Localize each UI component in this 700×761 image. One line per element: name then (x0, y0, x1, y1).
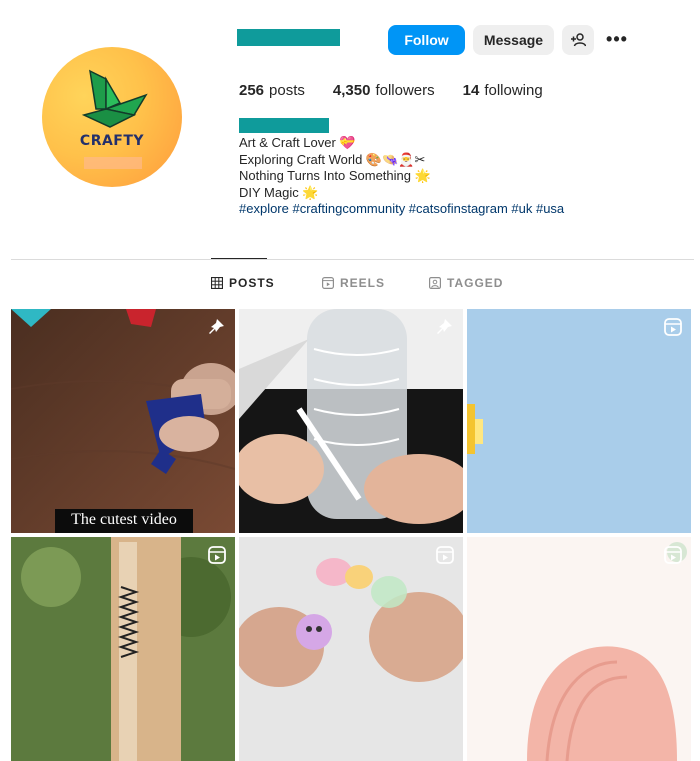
reel-icon (664, 318, 682, 336)
following-stat[interactable]: 14 following (463, 82, 543, 99)
reel-icon (208, 546, 226, 564)
following-count: 14 (462, 82, 480, 99)
redacted-display-name (239, 118, 329, 133)
tab-tagged-label: TAGGED (447, 276, 504, 290)
reel-icon (436, 546, 454, 564)
tab-reels-label: REELS (340, 276, 386, 290)
tab-reels[interactable]: REELS (322, 276, 385, 290)
post-thumbnail[interactable] (239, 537, 463, 761)
post-thumbnail[interactable] (467, 309, 691, 533)
profile-avatar[interactable]: CRAFTY (42, 47, 182, 187)
post-image (467, 537, 691, 761)
post-thumbnail[interactable] (11, 537, 235, 761)
active-tab-indicator (211, 258, 267, 259)
posts-label: posts (269, 82, 305, 99)
bio-line: Nothing Turns Into Something 🌟 (239, 168, 431, 184)
message-button[interactable]: Message (473, 25, 554, 55)
followers-count: 4,350 (332, 82, 371, 99)
post-image (239, 537, 463, 761)
suggest-user-button[interactable] (562, 25, 594, 55)
reel-icon (664, 546, 682, 564)
tabs-divider (11, 259, 694, 260)
post-thumbnail[interactable] (239, 309, 463, 533)
pin-icon (209, 319, 224, 334)
tab-posts[interactable]: POSTS (211, 276, 275, 290)
tagged-icon (429, 277, 441, 289)
post-image (467, 309, 691, 533)
logo-text: CRAFTY (79, 133, 145, 149)
following-label: following (484, 82, 543, 99)
posts-stat[interactable]: 256 posts (239, 82, 305, 99)
posts-count: 256 (239, 82, 265, 99)
grid-icon (211, 277, 223, 289)
tab-posts-label: POSTS (229, 276, 275, 290)
follow-button[interactable]: Follow (388, 25, 465, 55)
bio-line: Art & Craft Lover 💝 (239, 135, 356, 150)
post-image (11, 309, 235, 533)
post-caption-overlay: The cutest video (55, 509, 193, 533)
bio-hashtags[interactable]: #explore #craftingcommunity #catsofinsta… (239, 201, 564, 218)
add-user-icon (571, 33, 586, 47)
profile-stats: 256 posts 4,350 followers 14 following (239, 82, 571, 99)
followers-stat[interactable]: 4,350 followers (333, 82, 435, 99)
profile-bio: Art & Craft Lover 💝 Exploring Craft Worl… (239, 135, 564, 218)
origami-swan-logo (81, 69, 148, 128)
more-options-button[interactable]: ••• (604, 24, 630, 54)
redacted-logo-subtext (84, 157, 142, 169)
pin-icon (437, 319, 452, 334)
post-thumbnail[interactable]: The cutest video (11, 309, 235, 533)
post-image (11, 537, 235, 761)
tab-tagged[interactable]: TAGGED (429, 276, 503, 290)
redacted-username (237, 29, 340, 46)
profile-tabs: POSTS REELS TAGGED (0, 276, 700, 292)
followers-label: followers (375, 82, 435, 99)
bio-line: Exploring Craft World 🎨👒🎅✂ (239, 151, 426, 167)
post-thumbnail[interactable] (467, 537, 691, 761)
reels-icon (322, 277, 334, 289)
bio-line: DIY Magic 🌟 (239, 184, 319, 200)
post-image (239, 309, 463, 533)
